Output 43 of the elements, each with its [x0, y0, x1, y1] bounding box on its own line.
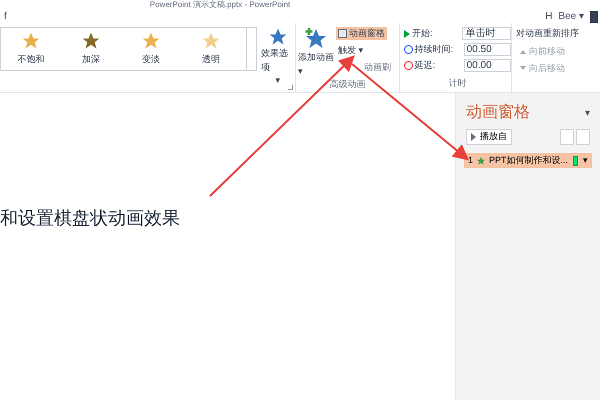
window-title: PowerPoint 演示文稿.pptx - PowerPoint — [150, 0, 290, 10]
group-label: 高级动画 — [328, 78, 366, 91]
account-picture — [590, 10, 598, 22]
up-arrow-icon — [520, 48, 526, 54]
play-icon — [471, 133, 476, 141]
animation-list-item[interactable]: 1 PPT如何制作和设... ▾ — [464, 153, 592, 168]
menu-tab[interactable]: f — [4, 10, 7, 22]
move-up-button[interactable] — [560, 129, 574, 145]
animation-name: PPT如何制作和设... — [489, 154, 568, 167]
clock-icon — [404, 45, 413, 54]
user-initial: H — [545, 10, 552, 22]
dropdown-field[interactable]: 单击时 — [462, 27, 511, 40]
effect-item[interactable]: 变淡 — [121, 28, 181, 70]
play-icon — [404, 30, 410, 38]
play-from-button[interactable]: 播放自 — [466, 129, 512, 145]
delay-icon — [404, 61, 413, 70]
effect-item[interactable]: 透明 — [181, 28, 241, 70]
slide-text: 和设置棋盘状动画效果 — [0, 207, 181, 230]
star-plus-icon — [304, 27, 328, 51]
field-label: 开始: — [412, 26, 434, 40]
effect-item[interactable]: 加深 — [61, 28, 121, 70]
ribbon-button[interactable]: 动画窗格 — [336, 27, 387, 40]
field-label: 延迟: — [414, 58, 436, 72]
star-icon — [268, 27, 288, 47]
pane-title: 动画窗格 — [466, 102, 530, 123]
add-animation-button[interactable]: 添加动画 ▾ — [296, 27, 336, 78]
timing-bar — [573, 156, 578, 166]
effect-options-button[interactable]: 效果选项 ▾ — [261, 27, 295, 92]
pane-icon — [338, 29, 347, 38]
group-label: 计时 — [448, 76, 468, 90]
spin-field[interactable]: 00.00 — [464, 59, 511, 72]
dialog-launcher-icon[interactable] — [288, 85, 293, 90]
ribbon-button[interactable]: 触发 ▾ — [336, 44, 366, 57]
move-down-button[interactable] — [576, 129, 590, 145]
down-arrow-icon — [520, 66, 526, 72]
section-title: 对动画重新排序 — [516, 27, 580, 40]
spin-field[interactable]: 00.50 — [464, 43, 511, 56]
effect-item[interactable]: 不饱和 — [1, 28, 61, 70]
user-name[interactable]: Bee ▾ — [558, 10, 584, 22]
field-label: 持续时间: — [414, 42, 454, 56]
item-caret[interactable]: ▾ — [583, 154, 588, 168]
star-icon — [476, 156, 486, 166]
pane-menu-caret[interactable]: ▾ — [585, 106, 590, 120]
